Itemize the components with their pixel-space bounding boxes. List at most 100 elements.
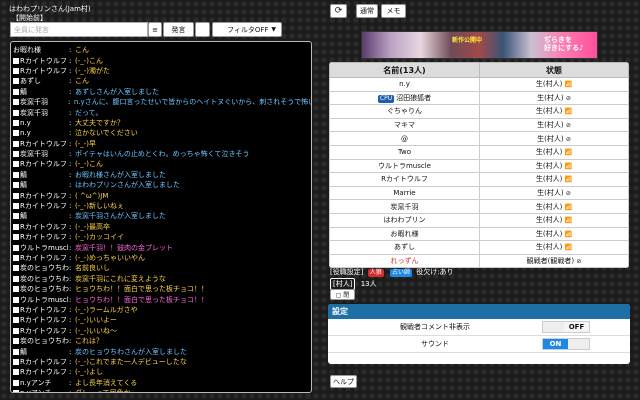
message-speaker[interactable]: Rカイトウルフ [11, 222, 69, 232]
speaker-name: n.y [20, 118, 31, 127]
player-row[interactable]: Marrie 生(村人) ⊘ [329, 185, 629, 201]
setting-toggle[interactable]: OFF [542, 321, 590, 333]
color-picker-button[interactable]: ■ [195, 22, 210, 37]
player-row[interactable]: n.y 生(村人) 📶 [329, 77, 629, 92]
message-speaker[interactable]: Rカイトウルフ [11, 201, 69, 211]
message-speaker[interactable]: 炭窯千羽 [11, 149, 69, 159]
speaker-checkbox-icon[interactable] [13, 99, 19, 106]
message-input[interactable] [10, 22, 148, 37]
speaker-checkbox-icon[interactable] [13, 109, 19, 116]
setting-toggle[interactable]: ON [542, 338, 590, 350]
speaker-checkbox-icon[interactable] [13, 296, 19, 303]
message-speaker[interactable]: Rカイトウルフ [11, 367, 69, 377]
refresh-button[interactable]: ⟳ [330, 4, 347, 18]
player-row[interactable]: ぐちゃりん 生(村人) 📶 [329, 104, 629, 119]
player-row[interactable]: 炭窯千羽 生(村人) 📶 [329, 199, 629, 214]
message-speaker[interactable]: Rカイトウルフ [11, 315, 69, 325]
speaker-checkbox-icon[interactable] [13, 317, 19, 324]
message-speaker[interactable]: 鯖 [11, 211, 69, 221]
message-speaker[interactable]: n.yアンチ [11, 388, 69, 392]
message-speaker[interactable]: n.y [11, 118, 69, 128]
speaker-checkbox-icon[interactable] [13, 348, 19, 355]
message-speaker[interactable]: 炭のヒョウちわ [11, 274, 69, 284]
message-speaker[interactable]: n.y [11, 128, 69, 138]
speaker-checkbox-icon[interactable] [13, 192, 19, 199]
player-row[interactable]: れっずん 観戦者(観戦者) ⊘ [329, 253, 629, 269]
player-row[interactable]: Rカイトウルフ 生(村人) 📶 [329, 172, 629, 187]
chat-message: 鯖: 炭のヒョウちわさんが入室しました [11, 346, 311, 356]
player-row[interactable]: CPU 沼田狼狐者 生(村人) ⊘ [329, 90, 629, 106]
speaker-checkbox-icon[interactable] [13, 265, 19, 272]
speaker-checkbox-icon[interactable] [13, 358, 19, 365]
message-speaker[interactable]: n.yアンチ [11, 378, 69, 388]
speaker-checkbox-icon[interactable] [13, 213, 19, 220]
message-speaker[interactable]: 炭窯千羽 [11, 97, 68, 107]
message-speaker[interactable]: 炭のヒョウちわ [11, 284, 69, 294]
speaker-checkbox-icon[interactable] [13, 182, 19, 189]
message-speaker[interactable]: Rカイトウルフ [11, 232, 69, 242]
message-text: (-_-)最高卒 [75, 222, 111, 231]
speaker-checkbox-icon[interactable] [13, 119, 19, 126]
message-speaker[interactable]: Rカイトウルフ [11, 305, 69, 315]
player-row[interactable]: はわわプリン 生(村人) 📶 [329, 212, 629, 228]
player-row[interactable]: ウルトラmuscle 生(村人) 📶 [329, 158, 629, 174]
speaker-checkbox-icon[interactable] [13, 234, 19, 241]
player-row[interactable]: @ 生(村人) ⊘ [329, 131, 629, 146]
shutter-button[interactable]: ▢ 閉 [330, 289, 355, 300]
memo-button[interactable]: メモ [381, 4, 406, 18]
message-speaker[interactable]: Rカイトウルフ [11, 56, 69, 66]
speaker-checkbox-icon[interactable] [13, 390, 19, 392]
message-speaker[interactable]: Rカイトウルフ [11, 66, 69, 76]
player-row[interactable]: Two 生(村人) 📶 [329, 144, 629, 160]
message-speaker[interactable]: ウルトラmuscle [11, 295, 69, 305]
speaker-checkbox-icon[interactable] [13, 275, 19, 282]
player-row[interactable]: あずし 生(村人) 📶 [329, 240, 629, 255]
speaker-checkbox-icon[interactable] [13, 306, 19, 313]
speaker-checkbox-icon[interactable] [13, 130, 19, 137]
message-speaker[interactable]: 炭のヒョウちわ [11, 336, 69, 346]
menu-button[interactable]: ≡ [148, 22, 162, 37]
speaker-checkbox-icon[interactable] [13, 244, 19, 251]
message-speaker[interactable]: 炭のヒョウちわ [11, 263, 69, 273]
normal-chat-button[interactable]: 通常 [356, 4, 378, 18]
message-speaker[interactable]: 鯖 [11, 180, 69, 190]
speaker-checkbox-icon[interactable] [13, 379, 19, 386]
message-speaker[interactable]: 鯖 [11, 87, 69, 97]
message-speaker[interactable]: Rカイトウルフ [11, 139, 69, 149]
speaker-checkbox-icon[interactable] [13, 369, 19, 376]
speaker-checkbox-icon[interactable] [13, 67, 19, 74]
speaker-checkbox-icon[interactable] [13, 255, 19, 261]
speaker-checkbox-icon[interactable] [13, 151, 19, 158]
speaker-checkbox-icon[interactable] [13, 203, 19, 210]
message-speaker[interactable]: 鯖 [11, 347, 69, 357]
message-speaker[interactable]: 炭窯千羽 [11, 108, 69, 118]
speaker-checkbox-icon[interactable] [13, 88, 19, 95]
help-button[interactable]: ヘルプ [330, 375, 357, 388]
speaker-checkbox-icon[interactable] [13, 140, 19, 147]
speaker-checkbox-icon[interactable] [13, 223, 19, 230]
ad-banner[interactable]: 新作公開中 ぢらきを 好きにする♪ [361, 31, 598, 59]
speaker-checkbox-icon[interactable] [13, 57, 19, 64]
chat-log[interactable]: お暇れ様: こん Rカイトウルフ: (-_-)こん Rカイトウルフ: (-_-)濁がた あず… [10, 41, 312, 393]
message-text: (-_-)よし [75, 368, 104, 377]
message-speaker[interactable]: ウルトラmuscle [11, 243, 69, 253]
speaker-checkbox-icon[interactable] [13, 78, 19, 85]
speaker-checkbox-icon[interactable] [13, 327, 19, 334]
message-speaker[interactable]: Rカイトウルフ [11, 357, 69, 367]
speaker-checkbox-icon[interactable] [13, 171, 19, 178]
player-row[interactable]: マキマ 生(村人) ⊘ [329, 117, 629, 133]
message-text: (-_-)こん [75, 56, 104, 65]
message-speaker[interactable]: Rカイトウルフ [11, 191, 69, 201]
speaker-checkbox-icon[interactable] [13, 338, 19, 345]
speaker-checkbox-icon[interactable] [13, 286, 19, 293]
speaker-checkbox-icon[interactable] [13, 161, 19, 168]
say-button[interactable]: 発言 [163, 22, 194, 37]
player-row[interactable]: お暇れ様 生(村人) 📶 [329, 226, 629, 242]
message-speaker[interactable]: 鯖 [11, 170, 69, 180]
message-speaker[interactable]: お暇れ様 [11, 45, 69, 55]
message-speaker[interactable]: Rカイトウルフ [11, 253, 69, 263]
message-speaker[interactable]: Rカイトウルフ [11, 159, 69, 169]
message-speaker[interactable]: あずし [11, 76, 69, 86]
message-speaker[interactable]: Rカイトウルフ [11, 326, 69, 336]
filter-select[interactable]: フィルタOFF ▼ [212, 22, 282, 37]
